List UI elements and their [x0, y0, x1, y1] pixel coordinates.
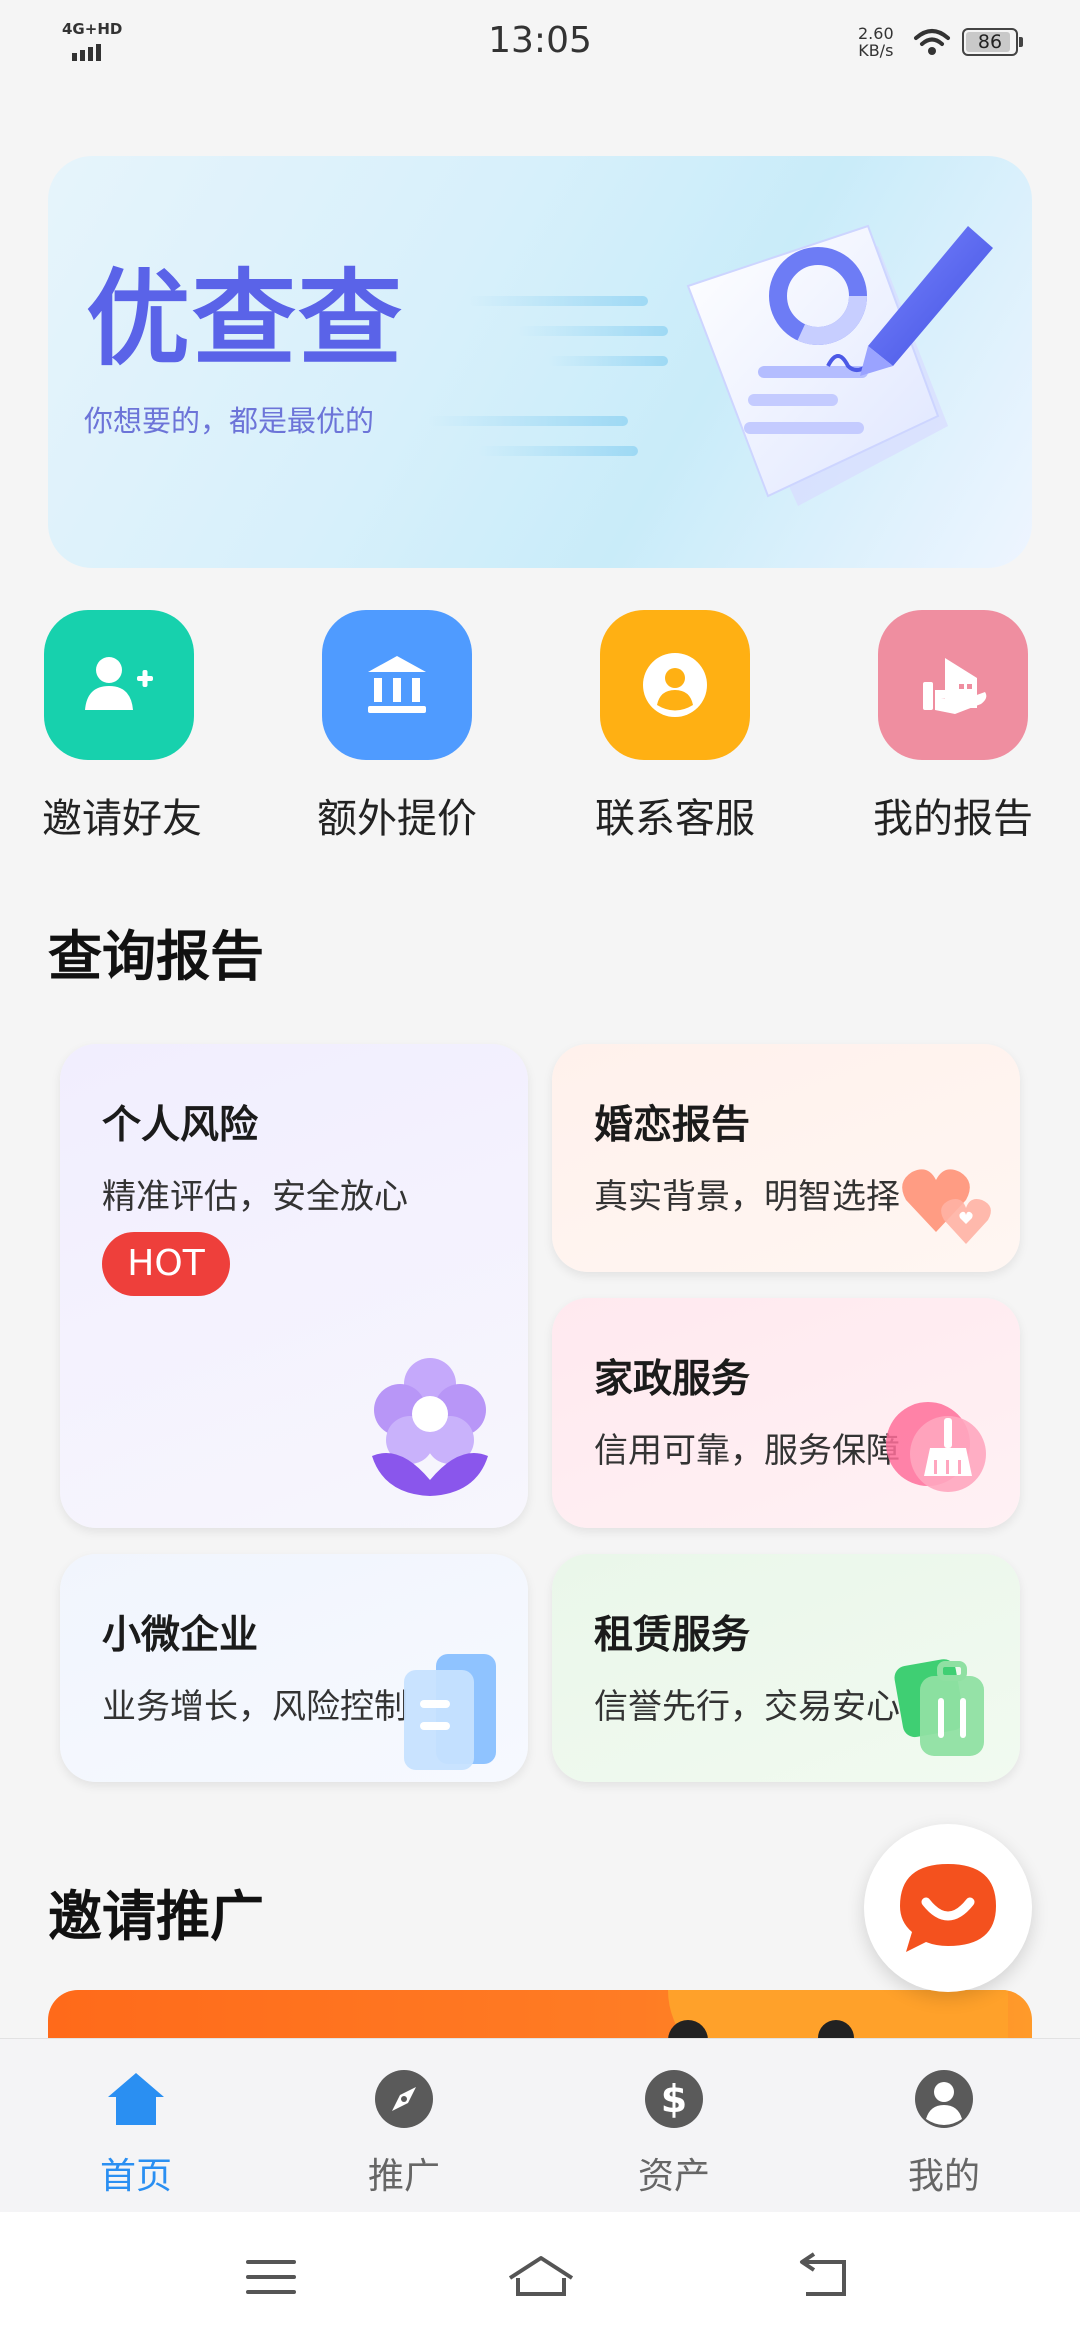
broom-icon — [886, 1402, 986, 1492]
quick-action-label: 联系客服 — [595, 796, 755, 842]
query-reports-heading: 查询报告 — [48, 912, 290, 997]
card-subtitle: 信用可靠，服务保障 — [594, 1431, 900, 1471]
tab-label: 资产 — [637, 2156, 710, 2197]
tab-home[interactable]: 首页 — [36, 2067, 236, 2197]
person-circle-icon — [600, 610, 750, 760]
luggage-icon — [894, 1659, 984, 1756]
tab-label: 首页 — [99, 2156, 172, 2197]
speed-unit: KB/s — [858, 41, 894, 60]
quick-action-label: 额外提价 — [317, 796, 477, 842]
bank-icon — [322, 610, 472, 760]
tab-mine[interactable]: 我的 — [844, 2067, 1044, 2197]
card-subtitle: 信誉先行，交易安心 — [594, 1687, 900, 1727]
compass-icon — [375, 2070, 433, 2128]
speed-value: 2.60 — [858, 24, 894, 43]
card-housekeeping[interactable]: 家政服务 信用可靠，服务保障 — [552, 1298, 1020, 1528]
app-screen: 4G+HD 13:05 2.60 KB/s 86 优查查 你想要的，都是最优的 … — [0, 0, 1080, 2340]
card-marriage-report[interactable]: 婚恋报告 真实背景，明智选择 — [552, 1044, 1020, 1272]
card-title: 租赁服务 — [594, 1613, 751, 1658]
home-nav-icon[interactable] — [506, 2252, 576, 2302]
card-title: 个人风险 — [102, 1103, 259, 1148]
building-icon — [404, 1654, 496, 1770]
hearts-icon — [902, 1169, 991, 1244]
chat-smile-icon — [900, 1864, 996, 1952]
menu-icon[interactable] — [242, 2252, 302, 2302]
house-hand-icon — [878, 610, 1028, 760]
hero-banner[interactable]: 优查查 你想要的，都是最优的 — [48, 156, 1032, 568]
tab-label: 我的 — [907, 2156, 980, 2197]
tab-label: 推广 — [367, 2156, 440, 2197]
banner-tagline: 你想要的，都是最优的 — [84, 404, 375, 438]
quick-action-label: 我的报告 — [873, 796, 1033, 842]
system-navigation-bar — [0, 2212, 1080, 2340]
flower-icon — [372, 1358, 488, 1496]
card-rental-service[interactable]: 租赁服务 信誉先行，交易安心 — [552, 1554, 1020, 1782]
customer-service-button[interactable] — [864, 1824, 1032, 1992]
quick-action-my-reports[interactable]: 我的报告 — [808, 610, 1048, 850]
quick-action-extra-price[interactable]: 额外提价 — [252, 610, 492, 850]
back-icon[interactable] — [796, 2252, 856, 2302]
quick-action-contact-support[interactable]: 联系客服 — [530, 610, 770, 850]
battery-level: 86 — [977, 31, 1003, 53]
card-title: 小微企业 — [102, 1613, 259, 1658]
home-icon — [108, 2073, 164, 2125]
hot-badge: HOT — [102, 1232, 230, 1296]
status-bar: 4G+HD 13:05 2.60 KB/s 86 — [0, 0, 1080, 84]
bottom-tab-bar: 首页 推广 $ 资产 我的 — [0, 2038, 1080, 2212]
card-personal-risk[interactable]: 个人风险 精准评估，安全放心 HOT — [60, 1044, 528, 1528]
brand-logo: 优查查 — [86, 258, 405, 380]
quick-actions: 邀请好友 额外提价 联系客服 我的报告 — [0, 610, 1080, 850]
card-title: 婚恋报告 — [594, 1103, 751, 1148]
network-speed: 2.60 KB/s — [858, 25, 894, 59]
profile-icon — [915, 2070, 973, 2128]
add-user-icon — [44, 610, 194, 760]
card-subtitle: 业务增长，风险控制 — [102, 1687, 408, 1727]
wifi-icon — [912, 26, 952, 58]
card-subtitle: 真实背景，明智选择 — [594, 1177, 900, 1217]
quick-action-label: 邀请好友 — [42, 796, 202, 842]
document-pen-illustration — [686, 224, 993, 506]
tab-assets[interactable]: $ 资产 — [574, 2067, 774, 2197]
card-small-business[interactable]: 小微企业 业务增长，风险控制 — [60, 1554, 528, 1782]
invite-promotion-heading: 邀请推广 — [48, 1872, 290, 1957]
svg-text:$: $ — [661, 2077, 687, 2121]
card-title: 家政服务 — [594, 1357, 751, 1402]
dollar-icon: $ — [645, 2070, 703, 2128]
tab-promotion[interactable]: 推广 — [304, 2067, 504, 2197]
quick-action-invite-friends[interactable]: 邀请好友 — [0, 610, 214, 850]
card-subtitle: 精准评估，安全放心 — [102, 1177, 408, 1217]
battery-icon: 86 — [962, 28, 1023, 56]
